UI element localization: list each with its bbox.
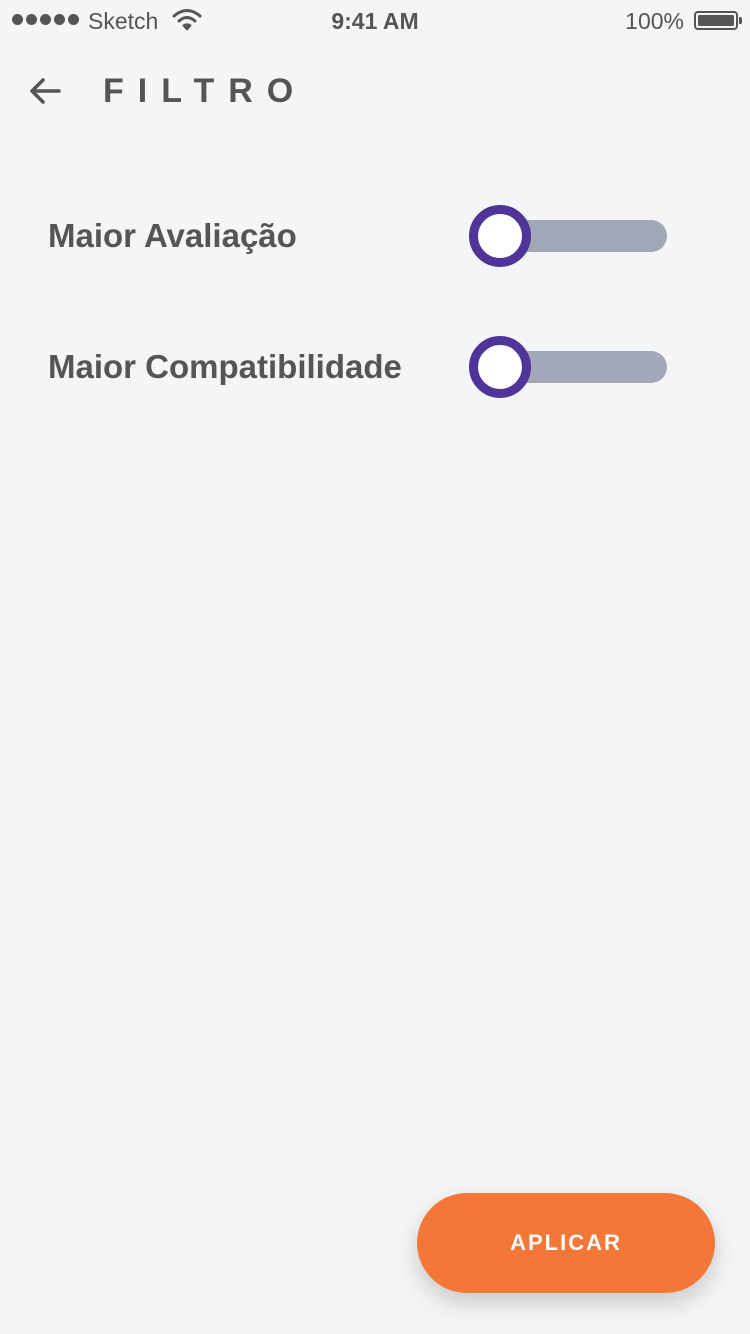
toggle-knob[interactable] bbox=[469, 336, 531, 398]
arrow-left-icon bbox=[30, 78, 61, 104]
filter-row-avaliacao: Maior Avaliação bbox=[48, 205, 698, 267]
filter-label: Maior Compatibilidade bbox=[48, 348, 402, 385]
status-bar: Sketch 9:41 AM 100% bbox=[0, 0, 750, 42]
toggle-knob[interactable] bbox=[469, 205, 531, 267]
filter-row-compatibilidade: Maior Compatibilidade bbox=[48, 336, 698, 398]
toggle-compatibilidade[interactable] bbox=[469, 336, 667, 398]
toggle-avaliacao[interactable] bbox=[469, 205, 667, 267]
filter-label: Maior Avaliação bbox=[48, 217, 297, 254]
apply-button[interactable]: APLICAR bbox=[417, 1193, 715, 1293]
battery-percentage: 100% bbox=[625, 8, 684, 34]
page-title: FILTRO bbox=[103, 72, 308, 110]
battery-icon bbox=[694, 11, 742, 30]
back-button[interactable] bbox=[24, 70, 66, 112]
